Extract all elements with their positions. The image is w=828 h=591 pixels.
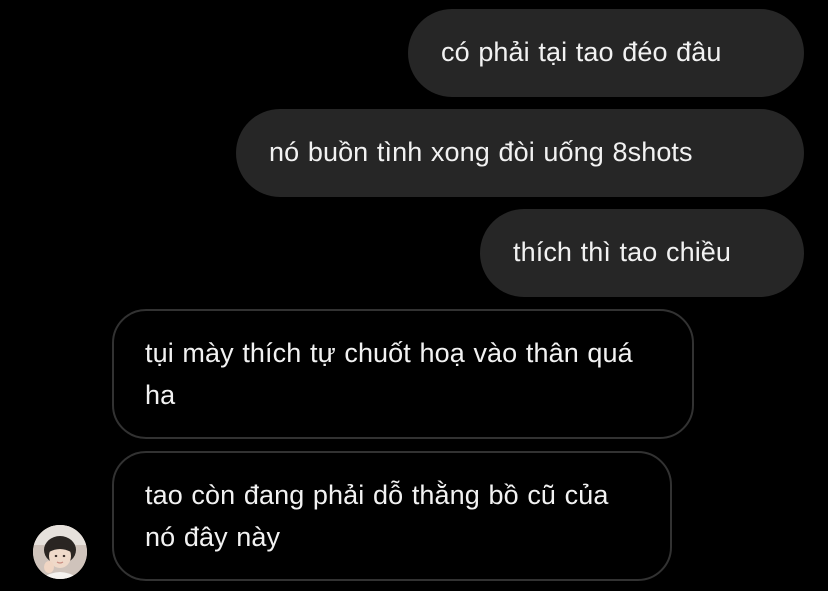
message-text: tụi mày thích tự chuốt hoạ vào thân quá … — [145, 338, 633, 410]
message-text: có phải tại tao đéo đâu — [441, 37, 722, 67]
outgoing-message-bubble[interactable]: có phải tại tao đéo đâu — [408, 9, 804, 97]
message-text: tao còn đang phải dỗ thằng bồ cũ của nó … — [145, 480, 609, 552]
message-text: thích thì tao chiều — [513, 237, 732, 267]
message-text: nó buồn tình xong đòi uống 8shots — [269, 137, 693, 167]
message-thread: có phải tại tao đéo đâu nó buồn tình xon… — [0, 0, 828, 591]
incoming-message-bubble[interactable]: tao còn đang phải dỗ thằng bồ cũ của nó … — [112, 451, 672, 581]
sender-avatar[interactable] — [33, 525, 87, 579]
contact-avatar-photo-icon — [33, 525, 87, 579]
outgoing-message-bubble[interactable]: thích thì tao chiều — [480, 209, 804, 297]
incoming-message-bubble[interactable]: tụi mày thích tự chuốt hoạ vào thân quá … — [112, 309, 694, 439]
outgoing-message-bubble[interactable]: nó buồn tình xong đòi uống 8shots — [236, 109, 804, 197]
